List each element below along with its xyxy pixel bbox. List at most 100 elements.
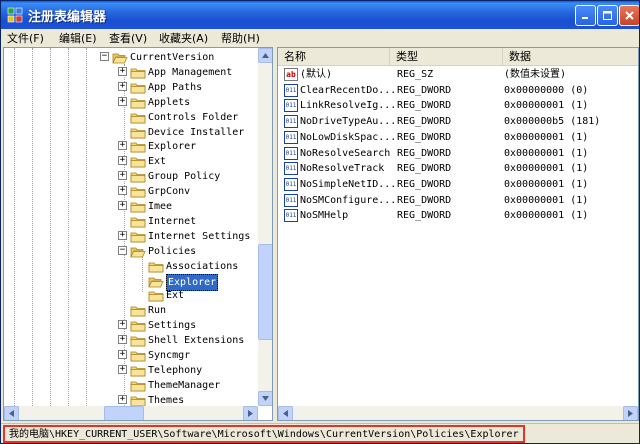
registry-editor-icon <box>7 7 23 23</box>
tree-item-label: Settings <box>148 320 197 332</box>
value-data: 0x00000001 (1) <box>504 163 589 175</box>
scroll-up-button[interactable] <box>258 48 272 63</box>
scroll-left-button[interactable] <box>4 406 19 420</box>
tree-guide-line <box>32 48 33 408</box>
tree-item-label: Controls Folder <box>148 111 239 123</box>
dword-value-icon: 011 <box>284 130 298 144</box>
folder-icon <box>130 155 146 168</box>
key-tree-pane[interactable]: − CurrentVersion + App Management + App Paths… <box>3 47 273 421</box>
value-type: REG_DWORD <box>397 147 452 159</box>
scroll-left-button[interactable] <box>278 406 293 420</box>
value-type: REG_SZ <box>397 69 434 80</box>
expand-icon[interactable]: + <box>118 201 127 210</box>
tree-item-label: Internet <box>148 215 197 227</box>
folder-icon <box>130 185 146 198</box>
value-row[interactable]: 011 NoSMConfigure... REG_DWORD 0x00000001 (… <box>278 193 638 209</box>
value-name: ClearRecentDo... <box>300 84 397 96</box>
expand-icon[interactable]: + <box>118 141 127 151</box>
menu-view[interactable]: 查看(V) <box>109 30 147 46</box>
tree-guide-line <box>68 48 69 408</box>
value-row[interactable]: ab (默认) REG_SZ (数值未设置) <box>278 67 638 83</box>
tree-item-label: App Management <box>148 66 233 78</box>
tree-hscroll-thumb[interactable] <box>104 406 144 420</box>
value-row[interactable]: 011 NoResolveTrack REG_DWORD 0x00000001 (1) <box>278 161 638 177</box>
tree-item-label: GrpConv <box>148 186 191 198</box>
maximize-icon <box>603 11 612 20</box>
list-horizontal-scrollbar[interactable] <box>278 406 638 420</box>
minimize-button[interactable] <box>575 5 596 26</box>
expand-icon[interactable]: + <box>118 394 127 404</box>
tree-vertical-scrollbar[interactable] <box>258 48 272 406</box>
maximize-button[interactable] <box>597 5 618 26</box>
value-data: 0x000000b5 (181) <box>504 116 601 128</box>
tree-item-label: Ext <box>148 156 167 168</box>
menu-edit[interactable]: 编辑(E) <box>59 30 97 46</box>
expand-icon[interactable]: + <box>118 335 127 345</box>
tree-scroll-thumb[interactable] <box>258 244 272 340</box>
menu-favorites[interactable]: 收藏夹(A) <box>159 30 208 46</box>
expand-icon[interactable]: + <box>118 320 127 330</box>
folder-icon <box>130 81 146 94</box>
expand-icon[interactable]: + <box>118 230 127 240</box>
close-icon <box>625 11 634 20</box>
value-row[interactable]: 011 LinkResolveIg... REG_DWORD 0x00000001 (… <box>278 98 638 114</box>
tree-item-label: Run <box>148 305 167 317</box>
scroll-right-button[interactable] <box>623 406 638 420</box>
scroll-right-button[interactable] <box>243 406 258 420</box>
expand-icon[interactable]: + <box>118 96 127 106</box>
folder-open-icon <box>130 245 146 258</box>
collapse-icon[interactable]: − <box>100 52 109 61</box>
value-row[interactable]: 011 NoSMHelp REG_DWORD 0x00000001 (1) <box>278 208 638 224</box>
value-name: NoResolveTrack <box>300 163 385 175</box>
column-data-header[interactable]: 数据 <box>503 48 638 66</box>
column-type-header[interactable]: 类型 <box>390 48 503 66</box>
arrow-right-icon <box>628 410 633 417</box>
folder-icon <box>130 66 146 79</box>
value-data: 0x00000000 (0) <box>504 84 589 96</box>
expand-icon[interactable]: + <box>118 156 127 166</box>
value-name: NoSMConfigure... <box>300 194 397 206</box>
menu-bar: 文件(F) 编辑(E) 查看(V) 收藏夹(A) 帮助(H) <box>1 29 639 47</box>
collapse-icon[interactable]: − <box>118 245 127 255</box>
folder-icon <box>130 126 146 139</box>
value-list-pane[interactable]: 名称 类型 数据 ab (默认) REG_SZ (数值未设置) 011 ClearRece… <box>277 47 639 421</box>
value-type: REG_DWORD <box>397 100 452 112</box>
value-name: (默认) <box>300 69 333 80</box>
value-type: REG_DWORD <box>397 178 452 190</box>
close-button[interactable] <box>619 5 639 26</box>
value-type: REG_DWORD <box>397 210 452 222</box>
expand-icon[interactable]: + <box>118 186 127 196</box>
menu-file[interactable]: 文件(F) <box>7 30 44 46</box>
expand-icon[interactable]: + <box>118 350 127 359</box>
expand-icon[interactable]: + <box>118 364 127 374</box>
arrow-left-icon <box>9 410 14 417</box>
value-row[interactable]: 011 NoLowDiskSpac... REG_DWORD 0x00000001 (… <box>278 130 638 146</box>
value-row[interactable]: 011 ClearRecentDo... REG_DWORD 0x00000000 (… <box>278 83 638 99</box>
value-row[interactable]: 011 NoDriveTypeAu... REG_DWORD 0x000000b5 (… <box>278 114 638 130</box>
expand-icon[interactable]: + <box>118 66 127 76</box>
tree-item-label: Group Policy <box>148 171 221 183</box>
folder-icon <box>130 394 146 407</box>
folder-icon <box>148 260 164 273</box>
tree-item-label: Policies <box>148 245 197 257</box>
value-row[interactable]: 011 NoResolveSearch REG_DWORD 0x00000001 (1… <box>278 146 638 162</box>
menu-help[interactable]: 帮助(H) <box>221 30 260 46</box>
value-data: 0x00000001 (1) <box>504 210 589 222</box>
expand-icon[interactable]: + <box>118 171 127 181</box>
status-key-path: 我的电脑\HKEY_CURRENT_USER\Software\Microsof… <box>3 425 525 443</box>
value-row[interactable]: 011 NoSimpleNetID... REG_DWORD 0x00000001 (… <box>278 177 638 193</box>
folder-open-icon <box>148 275 164 288</box>
arrow-up-icon <box>262 53 269 58</box>
title-bar[interactable]: 注册表编辑器 <box>1 1 639 29</box>
expand-icon[interactable]: + <box>118 81 127 91</box>
dword-value-icon: 011 <box>284 146 298 160</box>
folder-icon <box>130 319 146 332</box>
tree-guide-line <box>14 48 15 408</box>
column-name-header[interactable]: 名称 <box>278 48 390 66</box>
tree-item-label: App Paths <box>148 81 203 93</box>
tree-item-label: Associations <box>166 260 239 272</box>
tree-horizontal-scrollbar[interactable] <box>4 406 258 420</box>
dword-value-icon: 011 <box>284 177 298 191</box>
value-type: REG_DWORD <box>397 194 452 206</box>
scroll-down-button[interactable] <box>258 391 272 406</box>
